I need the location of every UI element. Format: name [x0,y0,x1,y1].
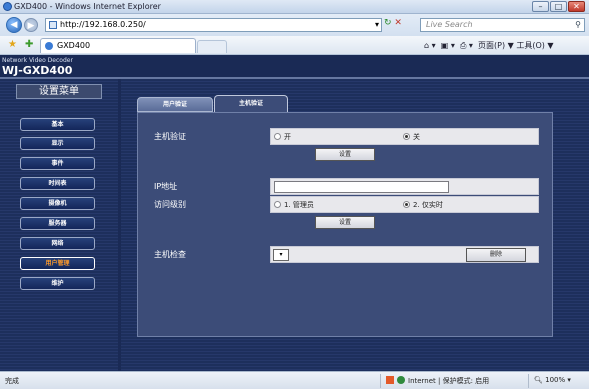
radio-circle-icon [274,201,281,208]
host-auth-label: 主机验证 [154,132,186,141]
refresh-icon[interactable]: ↻ ✕ [384,18,402,28]
command-bar: ⌂ ▾ ▣ ▾ ⎙ ▾ 页面(P) ▼ 工具(O) ▼ [424,40,554,51]
status-text: 完成 [5,377,19,385]
access-level-label: 访问级别 [154,200,186,209]
menu-title: 设置菜单 [16,84,102,99]
url-text: http://192.168.0.250/ [60,20,146,29]
access-admin-radio[interactable]: 1. 管理员 [274,201,314,210]
menu-server-button[interactable]: 服务器 [20,217,95,230]
access-live-only-radio[interactable]: 2. 仅实时 [403,201,443,210]
zoom-icon: 🔍︎ [534,376,543,384]
access-live-only-label: 2. 仅实时 [413,201,443,209]
window-controls: – □ ✕ [532,1,585,12]
host-auth-off-label: 关 [413,133,420,141]
set-host-auth-button[interactable]: 设置 [315,148,375,161]
zone-text: Internet | 保护模式: 启用 [408,377,490,385]
host-check-row: 主机检查 ▾ 删除 [148,246,539,263]
security-zone[interactable]: Internet | 保护模式: 启用 [386,376,489,386]
access-level-value-cell: 1. 管理员 2. 仅实时 [270,196,539,213]
zoom-level: 100% [545,376,566,384]
host-auth-off-radio[interactable]: 关 [403,133,420,142]
feeds-icon[interactable]: ▣ ▾ [441,41,455,50]
host-check-select[interactable]: ▾ [273,249,289,261]
back-button[interactable]: ◀ [6,17,22,33]
search-placeholder: Live Search [426,20,473,29]
set-access-button[interactable]: 设置 [315,216,375,229]
status-divider [380,374,381,388]
access-level-row: 访问级别 1. 管理员 2. 仅实时 [148,196,539,213]
product-subtitle: Network Video Decoder [2,57,73,64]
stop-icon[interactable]: ✕ [394,18,402,28]
page-icon [49,21,57,29]
new-tab-button[interactable] [197,40,227,53]
add-favorites-icon[interactable]: ✚ [25,39,33,50]
ip-value-cell [270,178,539,195]
menu-maintenance-button[interactable]: 维护 [20,277,95,290]
menu-schedule-button[interactable]: 时间表 [20,177,95,190]
status-bar: 完成 Internet | 保护模式: 启用 🔍︎ 100% ▾ [0,371,589,389]
radio-circle-icon [274,133,281,140]
host-auth-on-radio[interactable]: 开 [274,133,291,142]
search-input[interactable]: Live Search ⚲ [420,18,585,32]
favorites-bar: ★ ✚ GXD400 ⌂ ▾ ▣ ▾ ⎙ ▾ 页面(P) ▼ 工具(O) ▼ [0,36,589,55]
host-check-label: 主机检查 [154,250,186,259]
host-auth-row: 主机验证 开 关 [148,128,539,145]
forward-button[interactable]: ▶ [24,18,38,32]
status-divider [528,374,529,388]
product-model: WJ-GXD400 [2,64,73,77]
menu-basic-button[interactable]: 基本 [20,118,95,131]
browser-tab-active[interactable]: GXD400 [40,38,196,53]
command-menus[interactable]: 页面(P) ▼ 工具(O) ▼ [478,41,554,50]
home-icon[interactable]: ⌂ ▾ [424,41,436,50]
ip-label: IP地址 [154,182,178,191]
sidebar: 设置菜单 基本 显示 事件 时间表 摄像机 服务器 网络 用户管理 维护 [0,79,118,371]
menu-network-button[interactable]: 网络 [20,237,95,250]
protected-mode-icon [386,376,394,384]
url-dropdown-icon[interactable]: ▾ [375,19,379,31]
window-titlebar: GXD400 - Windows Internet Explorer – □ ✕ [0,0,589,14]
zoom-control[interactable]: 🔍︎ 100% ▾ [534,376,571,384]
browser-tab-label: GXD400 [57,41,91,50]
menu-display-button[interactable]: 显示 [20,137,95,150]
close-icon[interactable]: ✕ [568,1,585,12]
tab-host-auth[interactable]: 主机验证 [214,95,288,112]
window-title: GXD400 - Windows Internet Explorer [14,2,161,11]
host-auth-value-cell: 开 关 [270,128,539,145]
print-icon[interactable]: ⎙ ▾ [460,41,473,50]
ip-row: IP地址 [148,178,539,195]
access-admin-label: 1. 管理员 [284,201,314,209]
menu-user-management-button[interactable]: 用户管理 [20,257,95,270]
minimize-icon[interactable]: – [532,1,549,12]
host-auth-on-label: 开 [284,133,291,141]
chevron-down-icon: ▾ [279,251,283,258]
delete-host-button[interactable]: 删除 [466,248,526,262]
url-field[interactable]: http://192.168.0.250/ ▾ [45,18,382,32]
address-toolbar: ◀ ▶ http://192.168.0.250/ ▾ ↻ ✕ Live Sea… [0,14,589,36]
menu-camera-button[interactable]: 摄像机 [20,197,95,210]
ie-logo-icon [3,2,12,11]
ip-address-input[interactable] [274,181,449,193]
internet-globe-icon [397,376,405,384]
radio-selected-icon [403,133,410,140]
maximize-icon[interactable]: □ [550,1,567,12]
favorites-star-icon[interactable]: ★ [8,39,17,50]
radio-selected-icon [403,201,410,208]
brand: Network Video Decoder WJ-GXD400 [2,57,73,77]
search-icon[interactable]: ⚲ [575,19,581,31]
tab-ie-icon [45,42,53,50]
host-check-value-cell: ▾ 删除 [270,246,539,263]
menu-event-button[interactable]: 事件 [20,157,95,170]
tab-user-auth[interactable]: 用户验证 [137,97,213,112]
